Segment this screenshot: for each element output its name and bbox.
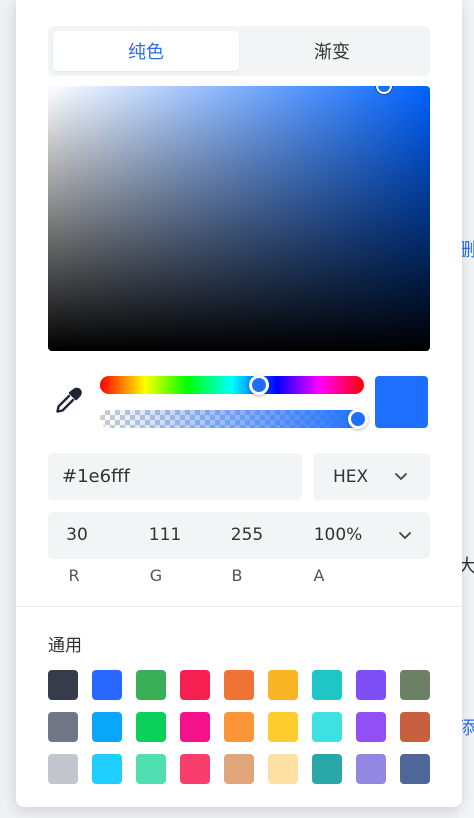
color-swatch[interactable] (48, 712, 78, 742)
alpha-value-input[interactable]: 100% (314, 512, 363, 559)
color-swatch[interactable] (136, 712, 166, 742)
alpha-slider-handle[interactable] (348, 409, 368, 429)
color-swatch[interactable] (136, 670, 166, 700)
color-swatch[interactable] (400, 670, 430, 700)
blue-label: B (231, 566, 243, 585)
color-swatch[interactable] (136, 754, 166, 784)
tab-gradient[interactable]: 渐变 (239, 31, 425, 71)
color-swatch[interactable] (180, 670, 210, 700)
color-swatch[interactable] (92, 754, 122, 784)
color-swatch[interactable] (400, 754, 430, 784)
color-swatch[interactable] (180, 754, 210, 784)
tab-solid[interactable]: 纯色 (53, 31, 239, 71)
color-swatch[interactable] (268, 754, 298, 784)
blue-value-input[interactable]: 255 (231, 512, 263, 559)
color-swatch[interactable] (312, 670, 342, 700)
color-picker-panel: 纯色 渐变 HEX 30 111 255 100% R G B A 通 (16, 0, 462, 807)
color-swatch[interactable] (180, 712, 210, 742)
color-swatch[interactable] (356, 754, 386, 784)
alpha-gradient-fill (100, 410, 364, 428)
color-swatch[interactable] (92, 712, 122, 742)
color-swatch[interactable] (48, 670, 78, 700)
alpha-label: A (313, 566, 325, 585)
preset-swatches (48, 670, 430, 784)
color-format-label: HEX (333, 466, 369, 487)
hue-slider[interactable] (100, 375, 364, 395)
color-swatch[interactable] (224, 754, 254, 784)
alpha-slider[interactable] (100, 410, 364, 428)
color-swatch[interactable] (356, 670, 386, 700)
hue-slider-handle[interactable] (249, 375, 270, 395)
green-label: G (149, 566, 163, 585)
color-swatch[interactable] (224, 712, 254, 742)
color-swatch[interactable] (48, 754, 78, 784)
color-swatch[interactable] (268, 712, 298, 742)
color-swatch[interactable] (400, 712, 430, 742)
color-swatch[interactable] (268, 670, 298, 700)
saturation-value-area[interactable] (48, 86, 430, 351)
rgba-inputs: 30 111 255 100% (48, 512, 430, 559)
color-swatch[interactable] (312, 754, 342, 784)
chevron-down-icon[interactable] (398, 528, 412, 542)
swatch-section-title: 通用 (48, 636, 82, 656)
green-value-input[interactable]: 111 (149, 512, 181, 559)
color-swatch[interactable] (356, 712, 386, 742)
color-swatch[interactable] (312, 712, 342, 742)
color-swatch[interactable] (224, 670, 254, 700)
hex-input[interactable] (48, 453, 302, 500)
mode-tabs: 纯色 渐变 (48, 26, 430, 76)
current-color-preview (375, 376, 428, 428)
eyedropper-icon[interactable] (52, 385, 84, 417)
chevron-down-icon (395, 473, 407, 480)
red-value-input[interactable]: 30 (66, 512, 88, 559)
red-label: R (68, 566, 80, 585)
black-gradient-layer (48, 86, 430, 351)
color-swatch[interactable] (92, 670, 122, 700)
divider (16, 606, 462, 607)
color-format-select[interactable]: HEX (313, 453, 430, 500)
